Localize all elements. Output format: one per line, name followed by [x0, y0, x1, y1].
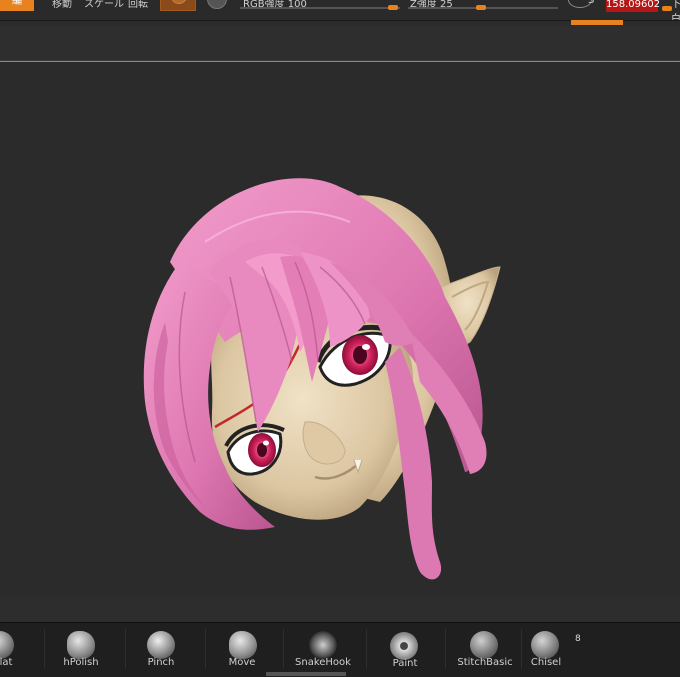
brush-chisel[interactable]: Chisel	[526, 623, 566, 677]
rotate-button[interactable]: 回転	[128, 0, 148, 10]
brush-hpolish[interactable]: hPolish	[56, 623, 106, 677]
brush-label: lat	[0, 657, 13, 668]
pinch-brush-icon	[147, 631, 175, 659]
snakehook-brush-icon	[309, 631, 337, 659]
focal-shift-label: S	[588, 0, 595, 6]
sculpt-canvas[interactable]	[0, 61, 680, 597]
bottom-tab-handle[interactable]	[266, 672, 346, 676]
canvas-footer	[0, 596, 680, 622]
brush-move[interactable]: Move	[219, 623, 265, 677]
brush-label: hPolish	[63, 657, 99, 668]
brush-shelf: lat hPolish Pinch Move SnakeHook Paint S…	[0, 622, 680, 677]
rgb-intensity-knob[interactable]	[388, 5, 398, 10]
rgb-intensity-slider[interactable]	[240, 7, 400, 9]
shelf-divider	[44, 629, 45, 669]
stitchbasic-brush-icon	[470, 631, 498, 659]
toolbar-suffix-label: 下白	[671, 0, 680, 21]
shelf-divider	[366, 629, 367, 669]
flat-brush-icon	[0, 631, 14, 659]
edit-button-label: 編	[12, 0, 22, 7]
shelf-divider	[205, 629, 206, 669]
brush-label: Move	[228, 657, 256, 668]
brush-flat[interactable]: lat	[0, 623, 24, 677]
brush-label: Chisel	[530, 657, 562, 668]
shelf-divider	[125, 629, 126, 669]
chisel-brush-icon	[531, 631, 559, 659]
brush-label: SnakeHook	[295, 657, 351, 668]
texture-icon[interactable]	[207, 0, 227, 9]
shelf-divider	[283, 629, 284, 669]
top-toolbar: 編 移動 スケール 回転 RGB強度 100 Z強度 25 S 158.0960…	[0, 0, 680, 21]
move-button[interactable]: 移動	[52, 0, 72, 10]
z-intensity-knob[interactable]	[476, 5, 486, 10]
brush-stitchbasic[interactable]: StitchBasic	[454, 623, 516, 677]
edit-button[interactable]: 編	[0, 0, 34, 11]
sub-toolbar	[0, 26, 680, 61]
shelf-divider	[521, 629, 522, 669]
brush-paint[interactable]: Paint	[380, 623, 430, 677]
hpolish-brush-icon	[67, 631, 95, 659]
draw-size-indicator	[571, 20, 623, 25]
scale-button[interactable]: スケール	[84, 0, 124, 10]
brush-label: Paint	[392, 658, 418, 669]
paint-brush-icon	[390, 632, 418, 660]
focal-value-field[interactable]: 158.09602	[606, 0, 660, 12]
brush-pinch[interactable]: Pinch	[138, 623, 184, 677]
brush-count: 8	[575, 634, 581, 644]
shelf-divider	[445, 629, 446, 669]
brush-label: StitchBasic	[457, 657, 513, 668]
brush-label: Pinch	[147, 657, 175, 668]
move-brush-icon	[229, 631, 257, 659]
material-sphere-icon[interactable]	[160, 0, 196, 11]
anime-head-sculpt	[143, 178, 501, 580]
brush-snakehook[interactable]: SnakeHook	[290, 623, 356, 677]
